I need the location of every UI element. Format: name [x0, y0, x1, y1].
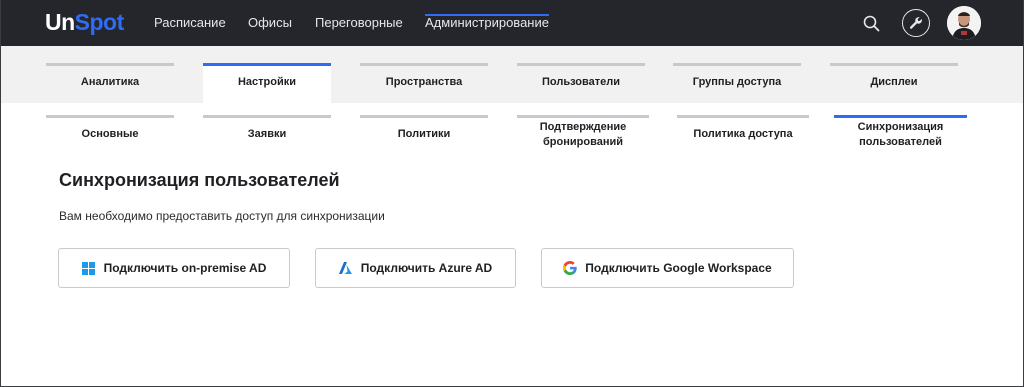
tab-indicator [46, 63, 174, 66]
user-avatar[interactable] [947, 6, 981, 40]
tab-displays[interactable]: Дисплеи [830, 63, 958, 103]
connect-onpremise-ad-button[interactable]: Подключить on-premise AD [58, 248, 290, 288]
tab-indicator [677, 115, 809, 118]
button-label: Подключить on-premise AD [103, 261, 267, 275]
tab-settings[interactable]: Настройки [203, 63, 331, 103]
button-label: Подключить Google Workspace [585, 261, 772, 275]
subtab-access-policy[interactable]: Политика доступа [677, 115, 809, 155]
tab-indicator [46, 115, 174, 118]
button-label: Подключить Azure AD [360, 261, 493, 275]
nav-administration[interactable]: Администрирование [425, 0, 549, 46]
tab-analytics[interactable]: Аналитика [46, 63, 174, 103]
nav-offices[interactable]: Офисы [248, 0, 292, 46]
tab-indicator [673, 63, 801, 66]
search-button[interactable] [857, 9, 885, 37]
page-title: Синхронизация пользователей [59, 170, 340, 190]
tab-indicator [360, 115, 488, 118]
tab-indicator [203, 115, 331, 118]
settings-tools-button[interactable] [902, 9, 930, 37]
subtab-policies[interactable]: Политики [360, 115, 488, 155]
tab-indicator [203, 63, 331, 66]
subtab-general[interactable]: Основные [46, 115, 174, 155]
tab-access-groups[interactable]: Группы доступа [673, 63, 801, 103]
connect-azure-ad-button[interactable]: Подключить Azure AD [315, 248, 516, 288]
subtab-user-sync[interactable]: Синхронизация пользователей [834, 115, 967, 155]
nav-schedule[interactable]: Расписание [154, 0, 226, 46]
avatar-image [947, 6, 981, 40]
tab-users[interactable]: Пользователи [517, 63, 645, 103]
tab-spaces[interactable]: Пространства [360, 63, 488, 103]
connect-google-workspace-button[interactable]: Подключить Google Workspace [541, 248, 794, 288]
tab-indicator [517, 63, 645, 66]
google-icon [563, 261, 577, 275]
app-window: UnSpot Расписание Офисы Переговорные Адм… [0, 0, 1024, 387]
tab-indicator [360, 63, 488, 66]
subtab-booking-confirmation[interactable]: Подтверждение бронирований [517, 115, 649, 155]
unspot-logo[interactable]: UnSpot [45, 9, 124, 36]
tab-indicator [517, 115, 649, 118]
tab-indicator [830, 63, 958, 66]
windows-icon [82, 261, 96, 275]
wrench-icon [909, 16, 922, 29]
search-icon [863, 15, 879, 31]
tab-indicator [834, 115, 967, 118]
top-navigation-bar: UnSpot Расписание Офисы Переговорные Адм… [1, 0, 1023, 46]
page-description: Вам необходимо предоставить доступ для с… [59, 209, 385, 223]
subtab-requests[interactable]: Заявки [203, 115, 331, 155]
azure-icon [339, 261, 353, 275]
primary-tabs: Аналитика Настройки Пространства Пользов… [1, 46, 1023, 103]
nav-meeting-rooms[interactable]: Переговорные [315, 0, 403, 46]
